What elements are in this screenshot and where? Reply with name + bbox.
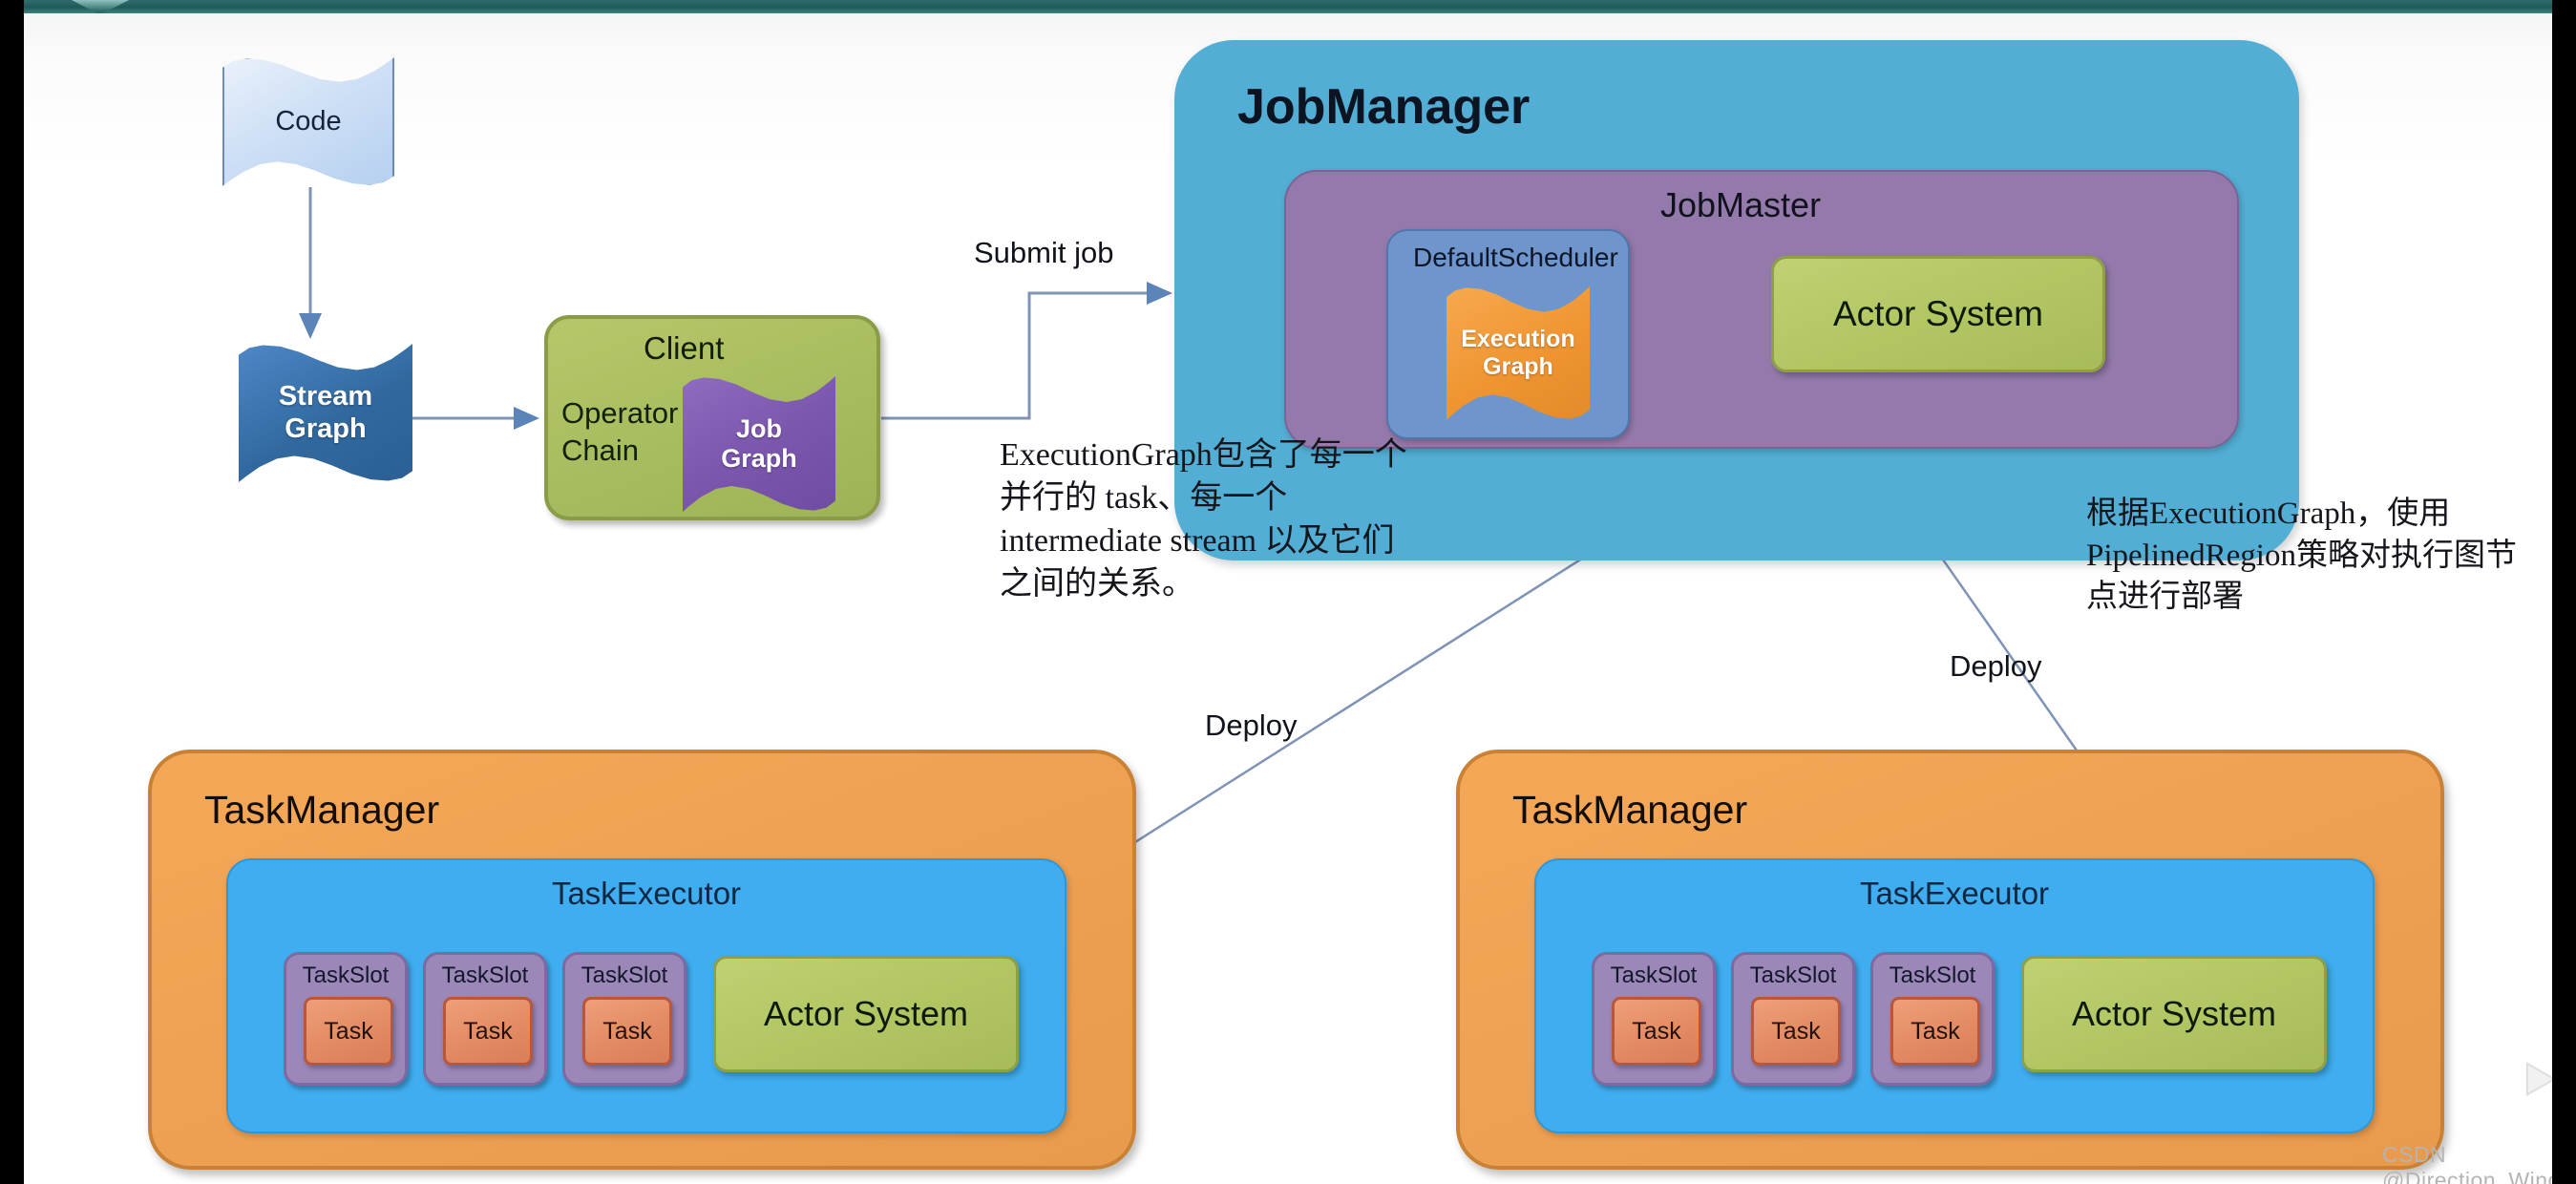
task-right-1[interactable]: Task [1612,997,1701,1066]
task-left-1[interactable]: Task [304,997,393,1066]
task-right-2[interactable]: Task [1751,997,1841,1066]
stream-graph-label: Stream Graph [278,381,373,444]
task-left-2-label: Task [463,1017,513,1045]
taskmanager-left[interactable]: TaskManager TaskExecutor TaskSlot Task T… [148,750,1136,1170]
execution-graph-label: Execution Graph [1461,326,1575,380]
code-node[interactable]: Code [222,57,394,186]
video-topbar [24,0,2552,13]
taskslot-left-1[interactable]: TaskSlot Task [284,952,408,1086]
taskexecutor-right[interactable]: TaskExecutor TaskSlot Task TaskSlot Task… [1534,858,2375,1133]
task-right-3[interactable]: Task [1890,997,1980,1066]
taskslot-left-2[interactable]: TaskSlot Task [423,952,547,1086]
default-scheduler-title: DefaultScheduler [1413,243,1618,272]
task-right-2-label: Task [1771,1017,1821,1045]
taskslot-right-3-title: TaskSlot [1889,962,1976,988]
job-graph-label: Job Graph [721,413,797,473]
jobmaster-title: JobMaster [1660,185,1822,224]
taskslot-right-3[interactable]: TaskSlot Task [1870,952,1995,1086]
jobmanager-title: JobManager [1237,79,1531,135]
jobmaster-actor-system-label: Actor System [1833,294,2043,333]
taskslot-right-2-title: TaskSlot [1749,962,1837,988]
screenshot-root: Code Stream Graph Client Operator Chain … [0,0,2576,1184]
connector-submit-job [881,282,1172,420]
stream-graph-node[interactable]: Stream Graph [239,344,412,482]
taskmanager-right[interactable]: TaskManager TaskExecutor TaskSlot Task T… [1456,750,2444,1170]
tv-play-icon [2494,1026,2552,1112]
task-left-1-label: Task [324,1017,373,1045]
task-right-3-label: Task [1911,1017,1960,1045]
taskslot-right-2[interactable]: TaskSlot Task [1731,952,1855,1086]
taskslot-left-3-title: TaskSlot [581,962,668,988]
execution-graph-node[interactable]: Execution Graph [1446,286,1590,420]
task-left-3[interactable]: Task [582,997,672,1066]
actor-system-left-label: Actor System [763,994,969,1033]
taskexecutor-right-title: TaskExecutor [1859,876,2050,911]
taskslot-right-1[interactable]: TaskSlot Task [1592,952,1716,1086]
code-node-label: Code [275,105,342,137]
task-left-3-label: Task [602,1017,652,1045]
execution-graph-annotation: ExecutionGraph包含了每一个并行的 task、每一个 interme… [1000,437,1407,602]
taskexecutor-left[interactable]: TaskExecutor TaskSlot Task TaskSlot Task… [226,858,1066,1133]
taskslot-left-3[interactable]: TaskSlot Task [562,952,686,1086]
taskslot-left-2-title: TaskSlot [441,962,529,988]
job-graph-node[interactable]: Job Graph [683,376,835,512]
deploy-right-label: Deploy [1950,649,2042,683]
deploy-left-label: Deploy [1205,708,1298,742]
task-right-1-label: Task [1632,1017,1681,1045]
submit-job-label: Submit job [974,236,1114,269]
pipelined-region-annotation: 根据ExecutionGraph，使用PipelinedRegion策略对执行图… [2086,497,2517,615]
taskslot-left-1-title: TaskSlot [302,962,390,988]
right-black-strip [2552,0,2576,1184]
taskslot-right-1-title: TaskSlot [1610,962,1698,988]
taskmanager-right-title: TaskManager [1512,788,1748,832]
taskmanager-left-title: TaskManager [204,788,440,832]
diagram-canvas: Code Stream Graph Client Operator Chain … [24,0,2552,1184]
client-title: Client [644,330,725,366]
taskexecutor-left-title: TaskExecutor [551,876,742,911]
csdn-watermark: CSDN @Direction_Wind [2382,1142,2552,1184]
actor-system-left[interactable]: Actor System [713,956,1019,1072]
task-left-2[interactable]: Task [443,997,533,1066]
actor-system-right[interactable]: Actor System [2021,956,2327,1072]
jobmaster-actor-system-box[interactable]: Actor System [1771,256,2105,372]
topbar-notch-icon [72,0,129,13]
actor-system-right-label: Actor System [2071,994,2277,1033]
